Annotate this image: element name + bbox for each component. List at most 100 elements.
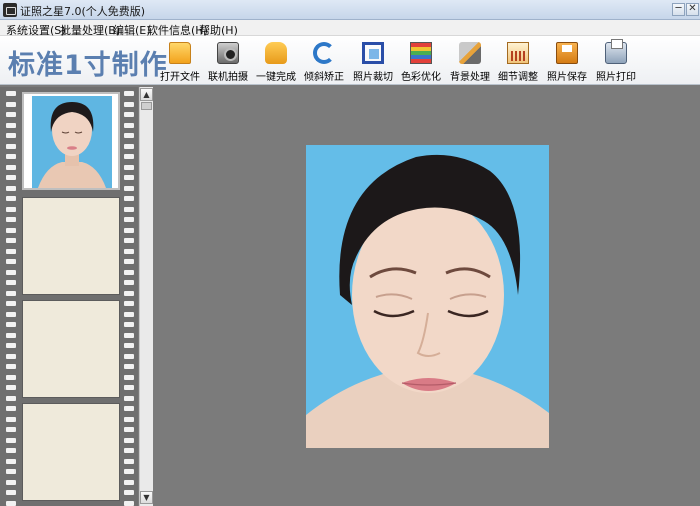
film-perforation [124,290,134,296]
film-perforation [124,196,134,201]
film-perforation [124,259,134,264]
menu-bar: 系统设置(S) 批量处理(B) 编辑(E) 软件信息(H) 帮助(H) [0,20,700,37]
rotate-icon [313,42,335,64]
scroll-up-button[interactable]: ▲ [140,88,153,101]
film-perforation [124,448,134,453]
portrait-photo[interactable] [306,145,549,448]
film-perforation [124,332,134,338]
film-perforation [124,490,134,495]
film-perforation [124,479,134,485]
film-perforation [6,133,16,138]
close-button[interactable]: ✕ [686,3,699,16]
thumbnail-frame[interactable] [22,403,120,501]
thumbnail-frame[interactable] [22,197,120,295]
film-perforation [6,374,16,380]
film-perforation [6,248,16,254]
film-perforation [6,427,16,432]
scroll-down-button[interactable]: ▼ [140,491,153,504]
film-perforation [6,185,16,191]
film-perforation [6,469,16,474]
film-perforation [124,227,134,233]
film-perforation [6,259,16,264]
scroll-thumb[interactable] [141,102,152,110]
film-perforation [124,500,134,506]
mode-title: 标准1寸制作 [8,50,168,81]
film-perforations-right [124,87,134,506]
film-perforation [6,416,16,422]
filmstrip-scrollbar[interactable]: ▲ ▼ [139,87,153,506]
film-perforation [6,479,16,485]
film-perforation [6,206,16,212]
film-perforation [6,227,16,233]
film-perforation [124,343,134,348]
film-perforation [124,385,134,390]
minimize-button[interactable]: ─ [672,3,685,16]
film-perforation [124,143,134,149]
film-perforation [6,448,16,453]
save-icon [556,42,578,64]
brush-icon [459,42,481,64]
printer-icon [605,39,627,64]
print-photo-button[interactable]: 照片打印 [587,39,645,83]
film-perforation [124,458,134,464]
film-perforation [124,175,134,180]
thumbnail-frame-selected[interactable] [22,92,120,190]
film-perforation [6,112,16,117]
window-title: 证照之星7.0(个人免费版) [20,5,146,18]
thumbnail-frame[interactable] [22,300,120,398]
film-perforation [124,91,134,96]
film-perforation [124,406,134,411]
film-perforation [6,385,16,390]
film-perforation [124,416,134,422]
film-perforation [124,133,134,138]
film-perforation [124,427,134,432]
film-perforation [6,343,16,348]
folder-icon [169,42,191,64]
film-perforation [124,122,134,128]
film-perforation [6,122,16,128]
film-perforation [6,164,16,170]
film-perforation [6,500,16,506]
thumbnail-filmstrip [0,87,138,506]
film-perforation [124,322,134,327]
film-perforation [124,185,134,191]
film-perforation [6,458,16,464]
thumbnail-image [32,96,112,188]
camera-icon [217,42,239,64]
hand-icon [265,42,287,64]
film-perforation [6,143,16,149]
detail-icon [507,42,529,64]
film-perforation [6,290,16,296]
app-icon [3,3,17,17]
film-perforation [124,269,134,275]
film-perforation [6,322,16,327]
film-perforation [6,91,16,96]
film-perforation [6,280,16,285]
toolbar: 标准1寸制作 打开文件 联机拍摄 一键完成 倾斜矫正 照片裁切 色彩优化 背景处… [0,36,700,85]
crop-icon [362,42,384,64]
film-perforation [124,280,134,285]
film-perforation [124,217,134,222]
film-perforation [6,175,16,180]
film-perforation [124,238,134,243]
title-bar: 证照之星7.0(个人免费版) ─ ✕ [0,0,700,20]
film-perforation [124,311,134,317]
film-perforation [6,217,16,222]
film-perforation [6,154,16,159]
film-perforation [124,374,134,380]
film-perforation [6,406,16,411]
color-icon [410,42,432,64]
film-perforation [6,332,16,338]
film-perforation [124,395,134,401]
film-perforation [124,154,134,159]
film-perforation [6,364,16,369]
film-perforation [124,301,134,306]
film-perforation [124,101,134,107]
film-perforation [124,164,134,170]
film-perforation [124,248,134,254]
film-perforation [6,301,16,306]
photo-canvas [156,87,700,506]
film-perforation [124,353,134,359]
film-perforations-left [6,87,16,506]
film-perforation [6,196,16,201]
